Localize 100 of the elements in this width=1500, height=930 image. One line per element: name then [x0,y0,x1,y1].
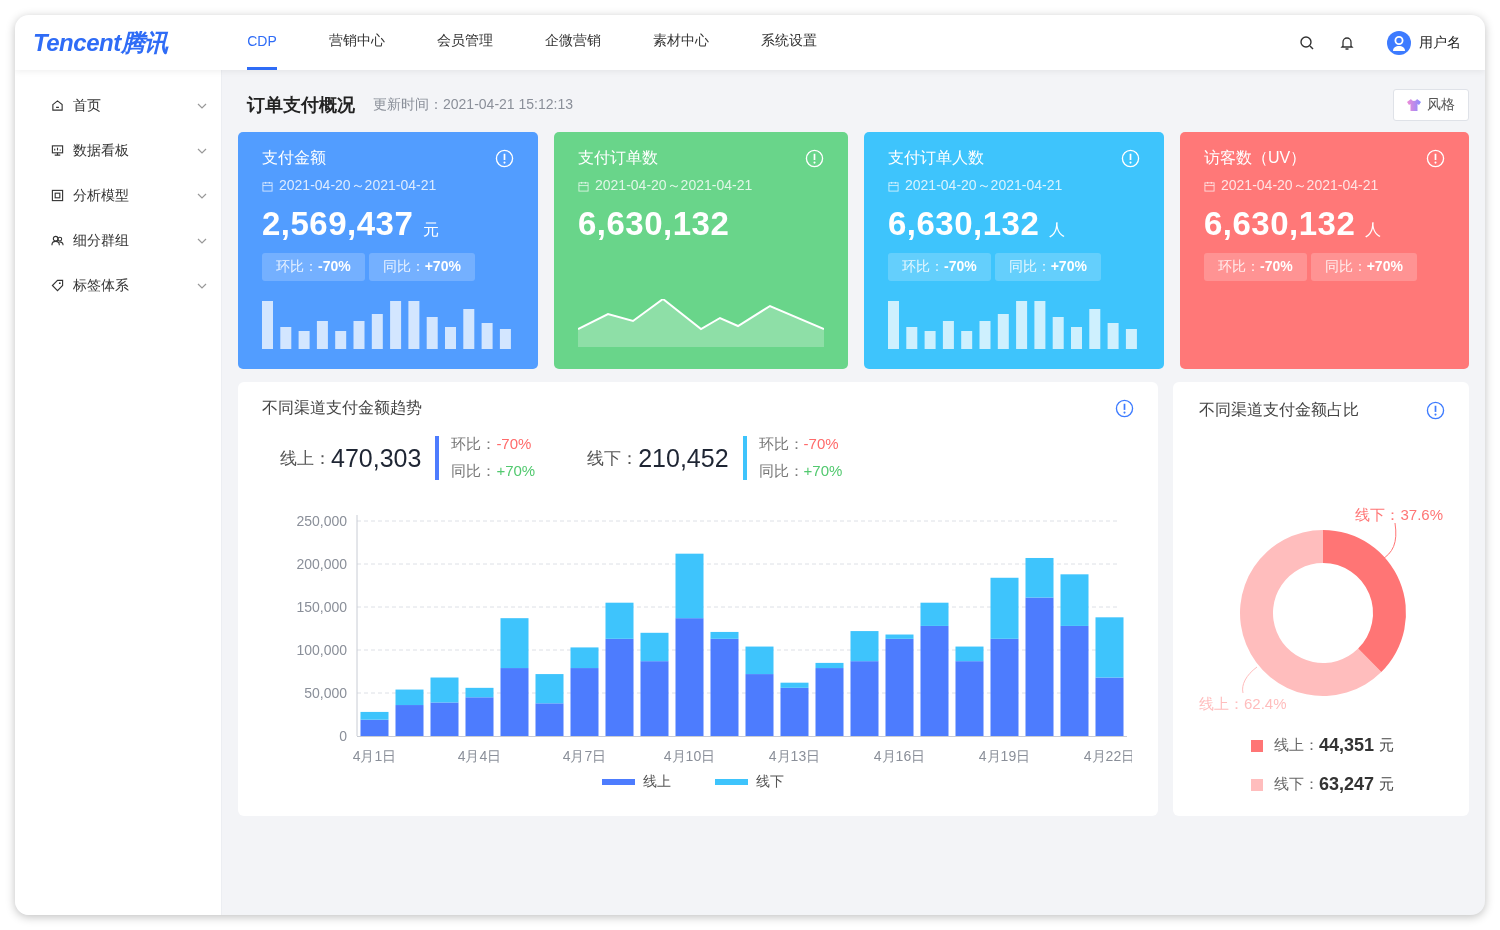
sidebar-item[interactable]: 首页 [15,83,221,128]
axis-label: 4月13日 [768,748,821,764]
users-icon [51,234,64,247]
legend-label: 线上： [1274,736,1319,755]
axis-label: 150,000 [296,599,347,615]
tag-icon [51,279,64,292]
compare-badge: 同比：+70% [368,253,475,281]
compare-badge: 同比：+70% [994,253,1101,281]
card-title: 不同渠道支付金额趋势 [262,398,422,418]
monitor-icon [51,144,64,157]
date-range: 2021-04-20～2021-04-21 [595,177,753,195]
compare-text: 环比：-70% [451,435,533,454]
channel-total: 210,452 [638,443,729,473]
sidebar-item[interactable]: 标签体系 [15,263,221,308]
axis-label: 100,000 [296,642,347,658]
chart-bar [500,668,529,736]
update-time: 更新时间：2021-04-21 15:12:13 [373,96,573,114]
date-range: 2021-04-20～2021-04-21 [279,177,437,195]
calendar-icon [578,180,589,192]
compare-badge: 环比：-70% [1204,253,1307,281]
logo: Tencent腾讯 [33,27,170,58]
user-name[interactable]: 用户名 [1419,33,1461,52]
axis-label: 4月16日 [873,748,926,764]
nav-tab[interactable]: 会员管理 [437,15,493,70]
info-icon[interactable] [1426,401,1445,420]
compare-text: 同比：+70% [758,462,843,481]
nav-tab[interactable]: 企微营销 [545,15,601,70]
card-title: 支付订单人数 [888,148,984,168]
calendar-icon [262,180,273,192]
axis-label: 200,000 [296,556,347,572]
chart-bar [1095,617,1124,678]
chart-bar [430,677,459,703]
search-icon[interactable] [1299,34,1315,51]
nav-tab[interactable]: 素材中心 [653,15,709,70]
chart-bar [1095,677,1124,736]
info-icon[interactable] [1115,399,1134,418]
bell-icon[interactable] [1339,34,1355,51]
leader-line [1242,666,1258,694]
chevron-down-icon [197,102,207,109]
chart-bar [430,702,459,736]
axis-label: 4月7日 [562,748,607,764]
page-title: 订单支付概况 [247,94,355,117]
axis-label: 4月19日 [978,748,1031,764]
channel-total: 470,303 [331,443,422,473]
sidebar-item[interactable]: 数据看板 [15,128,221,173]
kpi-value: 6,630,132 [1204,205,1356,243]
axis-label: 4月22日 [1083,748,1132,764]
chart-bar [500,618,529,669]
avatar-icon[interactable] [1387,30,1411,55]
legend-value: 63,247 [1319,774,1375,795]
axis-label: 0 [339,728,347,744]
picture-icon [51,189,64,202]
chevron-down-icon [197,192,207,199]
legend-swatch [602,779,635,785]
card-title: 访客数（UV） [1204,148,1307,168]
chart-bar [535,703,564,736]
kpi-value: 6,630,132 [578,205,730,243]
legend-swatch [715,779,748,785]
kpi-value: 6,630,132 [888,205,1040,243]
channel-label: 线下： [587,447,639,470]
unit-label: 人 [1049,220,1066,240]
chart-bar [535,674,564,704]
legend-label: 线下： [1274,775,1319,794]
sidebar-item[interactable]: 细分群组 [15,218,221,263]
chevron-down-icon [197,237,207,244]
channel-label: 线上： [280,447,331,470]
axis-label: 4月1日 [352,748,397,764]
calendar-icon [888,180,899,192]
sidebar-item[interactable]: 分析模型 [15,173,221,218]
axis-label: 50,000 [304,685,347,701]
axis-label: 4月4日 [457,748,502,764]
card-title: 支付金额 [262,148,326,168]
compare-badge: 环比：-70% [888,253,991,281]
compare-badge: 环比：-70% [262,253,365,281]
compare-text: 环比：-70% [758,435,840,454]
nav-tab[interactable]: 系统设置 [761,15,817,70]
unit-label: 元 [423,220,440,240]
data-label: 线上：62.4% [1199,695,1287,712]
kpi-value: 2,569,437 [262,205,414,243]
unit-label: 元 [1379,736,1395,755]
shirt-icon [1407,99,1421,111]
chevron-down-icon [197,147,207,154]
nav-tab[interactable]: CDP [247,15,277,70]
compare-text: 同比：+70% [451,462,536,481]
compare-badge: 同比：+70% [1310,253,1417,281]
date-range: 2021-04-20～2021-04-21 [1221,177,1379,195]
data-label: 线下：37.6% [1355,506,1443,523]
style-button[interactable]: 风格 [1393,89,1469,121]
chevron-down-icon [197,282,207,289]
home-icon [51,99,64,112]
legend-label: 线下 [756,773,784,791]
date-range: 2021-04-20～2021-04-21 [905,177,1063,195]
card-title: 支付订单数 [578,148,658,168]
unit-label: 人 [1365,220,1382,240]
card-title: 不同渠道支付金额占比 [1199,400,1359,420]
nav-tab[interactable]: 营销中心 [329,15,385,70]
calendar-icon [1204,180,1215,192]
legend-label: 线上 [643,773,671,791]
axis-label: 4月10日 [663,748,716,764]
unit-label: 元 [1379,775,1395,794]
